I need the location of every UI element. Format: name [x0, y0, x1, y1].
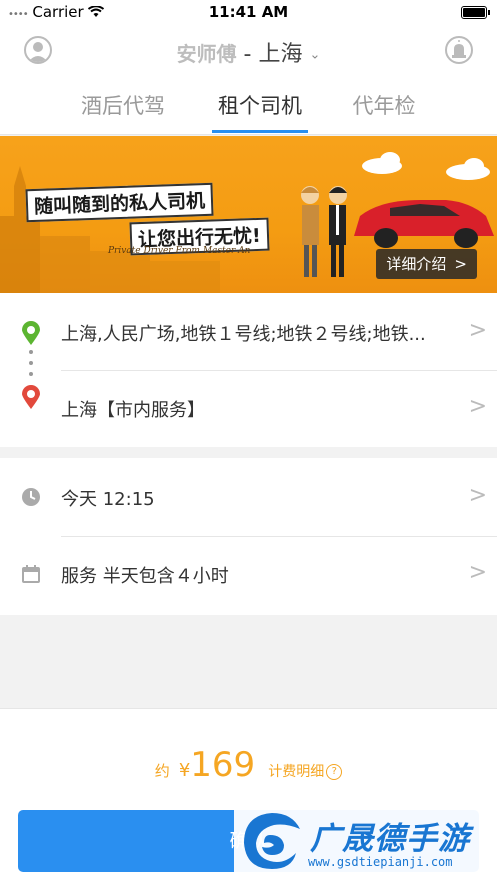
help-icon[interactable]: ?	[326, 763, 343, 780]
destination-pin-icon	[22, 385, 40, 409]
time-row[interactable]: 今天 12:15 >	[0, 458, 497, 536]
chevron-right-icon: >	[454, 255, 467, 273]
destination-row[interactable]: 上海【市内服务】 >	[0, 370, 497, 447]
route-dot	[29, 361, 33, 365]
origin-pin-icon	[22, 321, 40, 345]
battery-icon	[461, 6, 490, 19]
brand-name: 安师傅	[176, 42, 237, 66]
clock-icon	[22, 488, 40, 506]
origin-row[interactable]: 上海,人民广场,地铁１号线;地铁２号线;地铁... >	[0, 293, 497, 370]
city-name: 上海	[258, 42, 303, 67]
nav-bar: 安师傅 - 上海 ⌄	[0, 26, 497, 76]
promo-banner[interactable]: 随叫随到的私人司机 让您出行无忧! Private Driver From Ma…	[0, 136, 497, 293]
route-dot	[29, 350, 33, 354]
red-car-illustration	[354, 200, 494, 248]
route-card: 上海,人民广场,地铁１号线;地铁２号线;地铁... > 上海【市内服务】 >	[0, 293, 497, 447]
service-row[interactable]: 服务 半天包含４小时 >	[0, 536, 497, 615]
tab-active-indicator	[212, 130, 308, 133]
chevron-down-icon: ⌄	[309, 47, 321, 63]
chevron-right-icon: >	[468, 483, 487, 508]
chevron-right-icon: >	[468, 560, 487, 585]
alarm-icon[interactable]	[445, 36, 473, 64]
banner-headline: 随叫随到的私人司机	[25, 182, 214, 223]
drivers-illustration	[301, 186, 347, 277]
price-detail-link[interactable]: 计费明细	[268, 764, 324, 780]
chevron-right-icon: >	[468, 318, 487, 343]
tab-annual-inspection[interactable]: 代年检	[309, 90, 459, 120]
service-duration: 服务 半天包含４小时	[61, 566, 229, 587]
watermark-logo	[244, 813, 300, 869]
city-selector[interactable]: 安师傅 - 上海 ⌄	[0, 36, 497, 68]
origin-address: 上海,人民广场,地铁１号线;地铁２号线;地铁...	[61, 324, 426, 345]
status-bar: •••• Carrier 11:41 AM	[0, 0, 497, 26]
status-time: 11:41 AM	[208, 3, 289, 21]
chevron-right-icon: >	[468, 394, 487, 419]
booking-options: 今天 12:15 > 服务 半天包含４小时 >	[0, 458, 497, 615]
tab-designated-driver[interactable]: 酒后代驾	[48, 90, 198, 120]
service-tabs: 酒后代驾 租个司机 代年检	[0, 76, 497, 135]
watermark-url: www.gsdtiepianji.com	[308, 855, 453, 869]
watermark-title: 广晟德手游	[310, 821, 470, 857]
clouds-illustration	[362, 152, 490, 180]
watermark: 广晟德手游 www.gsdtiepianji.com	[234, 805, 497, 883]
pickup-time: 今天 12:15	[61, 489, 155, 510]
banner-detail-button[interactable]: 详细介绍 >	[376, 249, 477, 279]
calendar-icon	[22, 565, 40, 583]
price-amount: 169	[190, 745, 256, 785]
price-estimate: 约 ¥169 计费明细?	[0, 745, 497, 785]
banner-tagline: Private Driver From Master An	[108, 246, 251, 256]
destination-address: 上海【市内服务】	[61, 400, 205, 421]
